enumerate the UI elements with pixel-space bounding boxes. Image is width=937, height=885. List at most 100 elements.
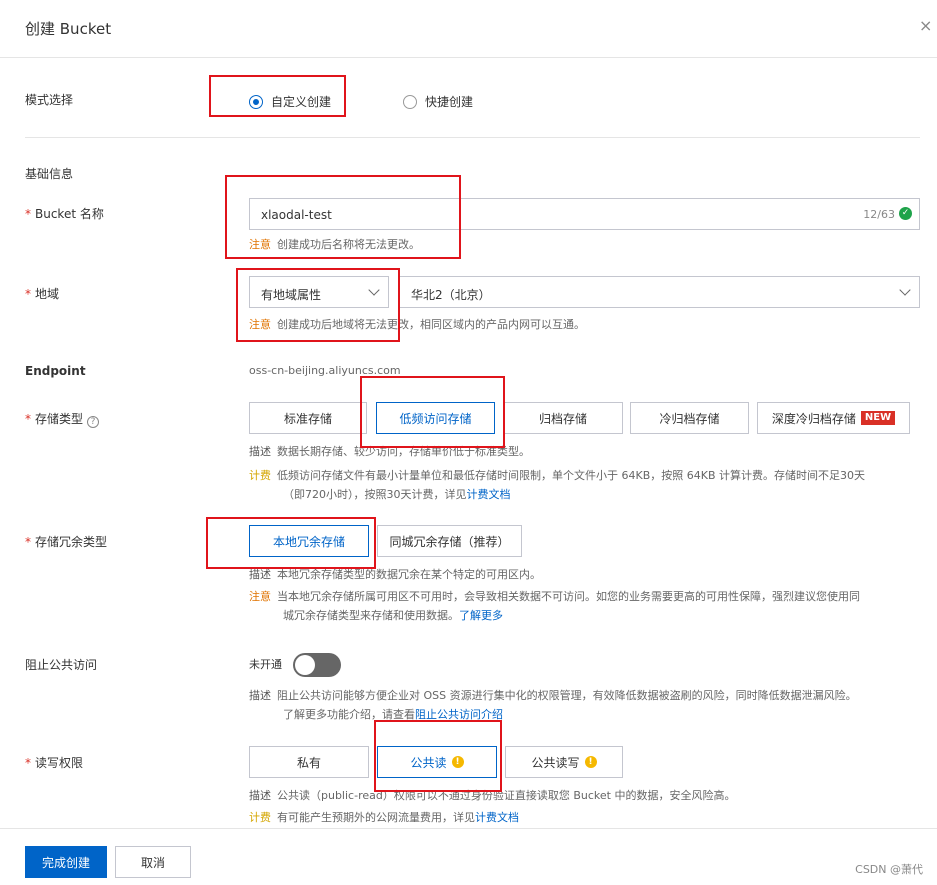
bucket-name-input[interactable]: xlaodal-test 12/63 ✓ bbox=[249, 198, 920, 230]
fee-tag: 计费 bbox=[249, 811, 271, 824]
region-select[interactable]: 华北2（北京） bbox=[399, 276, 920, 308]
storage-fee-cont: （即720小时），按照30天计费，详见计费文档 bbox=[283, 485, 511, 505]
required-mark: * bbox=[25, 287, 31, 301]
desc-text: 数据长期存储、较少访问，存储单价低于标准类型。 bbox=[277, 445, 530, 458]
dialog-footer: 完成创建 取消 CSDN @萧代 bbox=[0, 828, 937, 885]
desc-text-1: 阻止公共访问能够方便企业对 OSS 资源进行集中化的权限管理，有效降低数据被盗刷… bbox=[277, 689, 857, 702]
required-mark: * bbox=[25, 412, 31, 426]
dialog-header: 创建 Bucket × bbox=[0, 0, 937, 58]
acl-fee-doc-link[interactable]: 计费文档 bbox=[475, 811, 519, 824]
desc-tag: 描述 bbox=[249, 689, 271, 702]
bucket-name-label-text: Bucket 名称 bbox=[35, 207, 104, 221]
cancel-button[interactable]: 取消 bbox=[115, 846, 191, 878]
block-public-label: 阻止公共访问 bbox=[25, 658, 98, 672]
block-public-desc-cont: 了解更多功能介绍，请查看阻止公共访问介绍 bbox=[283, 705, 503, 725]
redundancy-label-text: 存储冗余类型 bbox=[35, 535, 108, 549]
acl-public-rw-label: 公共读写 bbox=[531, 755, 580, 770]
redundancy-desc: 描述 本地冗余存储类型的数据冗余在某个特定的可用区内。 bbox=[249, 565, 541, 585]
fee-tag: 计费 bbox=[249, 469, 271, 482]
close-icon[interactable]: × bbox=[919, 18, 935, 34]
storage-option-archive[interactable]: 归档存储 bbox=[503, 402, 623, 434]
acl-option-private[interactable]: 私有 bbox=[249, 746, 369, 778]
note-text: 创建成功后名称将无法更改。 bbox=[277, 238, 420, 251]
acl-fee: 计费 有可能产生预期外的公网流量费用，详见计费文档 bbox=[249, 808, 519, 828]
redundancy-option-zrs[interactable]: 同城冗余存储（推荐） bbox=[377, 525, 522, 557]
chevron-down-icon bbox=[368, 284, 380, 296]
storage-class-label: * 存储类型? bbox=[25, 410, 100, 428]
desc-tag: 描述 bbox=[249, 789, 271, 802]
acl-label-text: 读写权限 bbox=[35, 756, 84, 770]
block-public-desc: 描述 阻止公共访问能够方便企业对 OSS 资源进行集中化的权限管理，有效降低数据被… bbox=[249, 686, 921, 706]
required-mark: * bbox=[25, 535, 31, 549]
fee-text: 有可能产生预期外的公网流量费用，详见 bbox=[277, 811, 475, 824]
submit-button[interactable]: 完成创建 bbox=[25, 846, 107, 878]
fee-text-2: （即720小时），按照30天计费，详见 bbox=[283, 488, 467, 501]
radio-custom-create[interactable]: 自定义创建 bbox=[249, 93, 331, 110]
desc-text: 公共读（public-read）权限可以不通过身份验证直接读取您 Bucket … bbox=[277, 789, 736, 802]
desc-tag: 描述 bbox=[249, 568, 271, 581]
radio-dot-icon bbox=[403, 94, 417, 109]
block-public-intro-link[interactable]: 阻止公共访问介绍 bbox=[415, 708, 503, 721]
radio-quick-label: 快捷创建 bbox=[425, 95, 474, 109]
dialog-title: 创建 Bucket bbox=[25, 20, 112, 38]
endpoint-value: oss-cn-beijing.aliyuncs.com bbox=[249, 364, 401, 377]
redundancy-option-lrs[interactable]: 本地冗余存储 bbox=[249, 525, 369, 557]
acl-label: * 读写权限 bbox=[25, 754, 83, 771]
required-mark: * bbox=[25, 207, 31, 221]
bucket-name-label: * Bucket 名称 bbox=[25, 205, 104, 222]
region-attr-select[interactable]: 有地域属性 bbox=[249, 276, 389, 308]
watermark: CSDN @萧代 bbox=[855, 863, 923, 876]
storage-desc: 描述 数据长期存储、较少访问，存储单价低于标准类型。 bbox=[249, 442, 530, 462]
warning-icon: ! bbox=[451, 756, 464, 768]
warning-icon: ! bbox=[584, 756, 597, 768]
warn-tag: 注意 bbox=[249, 590, 271, 603]
note-tag: 注意 bbox=[249, 238, 271, 251]
check-icon: ✓ bbox=[899, 207, 912, 220]
acl-option-public-read[interactable]: 公共读 ! bbox=[377, 746, 497, 778]
storage-class-label-text: 存储类型 bbox=[35, 412, 84, 426]
radio-custom-label: 自定义创建 bbox=[271, 95, 332, 109]
region-value: 华北2（北京） bbox=[411, 288, 491, 302]
storage-fee: 计费 低频访问存储文件有最小计量单位和最低存储时间限制，单个文件小于 64KB，按… bbox=[249, 466, 921, 486]
deep-cold-label: 深度冷归档存储 bbox=[771, 411, 856, 426]
block-public-state: 未开通 bbox=[249, 658, 282, 671]
redundancy-label: * 存储冗余类型 bbox=[25, 533, 107, 550]
char-count: 12/63 bbox=[863, 208, 895, 221]
fee-text-1: 低频访问存储文件有最小计量单位和最低存储时间限制，单个文件小于 64KB，按照 … bbox=[277, 469, 865, 482]
required-mark: * bbox=[25, 756, 31, 770]
radio-quick-create[interactable]: 快捷创建 bbox=[403, 93, 473, 110]
desc-text-2: 了解更多功能介绍，请查看 bbox=[283, 708, 415, 721]
redundancy-warn: 注意 当本地冗余存储所属可用区不可用时，会导致相关数据不可访问。如您的业务需要更高… bbox=[249, 587, 921, 607]
toggle-knob bbox=[295, 655, 315, 675]
storage-option-ia[interactable]: 低频访问存储 bbox=[376, 402, 495, 434]
help-icon[interactable]: ? bbox=[87, 416, 100, 428]
note-text: 创建成功后地域将无法更改，相同区域内的产品内网可以互通。 bbox=[277, 318, 585, 331]
fee-doc-link[interactable]: 计费文档 bbox=[467, 488, 511, 501]
region-label-text: 地域 bbox=[35, 287, 60, 301]
region-label: * 地域 bbox=[25, 285, 59, 302]
bucket-name-note: 注意 创建成功后名称将无法更改。 bbox=[249, 235, 420, 255]
radio-dot-icon bbox=[249, 94, 263, 109]
storage-option-standard[interactable]: 标准存储 bbox=[249, 402, 367, 434]
learn-more-link[interactable]: 了解更多 bbox=[459, 609, 503, 622]
warn-text-2: 城冗余存储类型来存储和使用数据。 bbox=[283, 609, 459, 622]
region-note: 注意 创建成功后地域将无法更改，相同区域内的产品内网可以互通。 bbox=[249, 315, 585, 335]
endpoint-label: Endpoint bbox=[25, 364, 86, 378]
block-public-toggle[interactable] bbox=[293, 653, 341, 677]
chevron-down-icon bbox=[899, 284, 911, 296]
redundancy-warn-cont: 城冗余存储类型来存储和使用数据。了解更多 bbox=[283, 606, 503, 626]
storage-option-cold-archive[interactable]: 冷归档存储 bbox=[630, 402, 749, 434]
note-tag: 注意 bbox=[249, 318, 271, 331]
warn-text-1: 当本地冗余存储所属可用区不可用时，会导致相关数据不可访问。如您的业务需要更高的可… bbox=[277, 590, 860, 603]
storage-option-deep-cold-archive[interactable]: 深度冷归档存储 NEW bbox=[757, 402, 910, 434]
desc-tag: 描述 bbox=[249, 445, 271, 458]
basic-info-heading: 基础信息 bbox=[25, 167, 74, 181]
acl-option-public-read-write[interactable]: 公共读写 ! bbox=[505, 746, 623, 778]
new-badge: NEW bbox=[860, 411, 896, 425]
mode-label: 模式选择 bbox=[25, 93, 74, 107]
acl-public-read-label: 公共读 bbox=[410, 755, 447, 770]
region-attr-value: 有地域属性 bbox=[261, 288, 322, 302]
bucket-name-value: xlaodal-test bbox=[261, 208, 332, 222]
desc-text: 本地冗余存储类型的数据冗余在某个特定的可用区内。 bbox=[277, 568, 541, 581]
acl-desc: 描述 公共读（public-read）权限可以不通过身份验证直接读取您 Bucke… bbox=[249, 786, 735, 806]
